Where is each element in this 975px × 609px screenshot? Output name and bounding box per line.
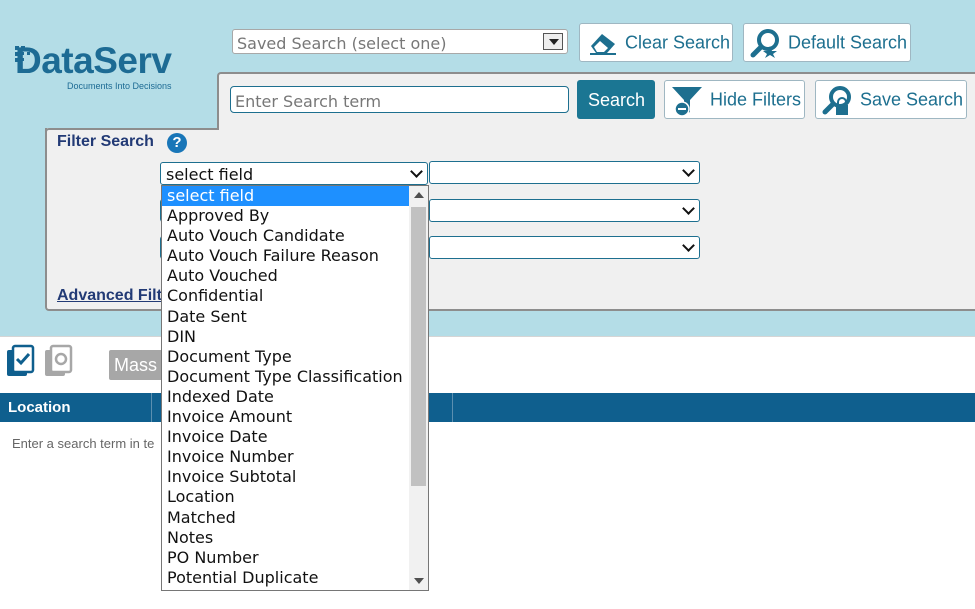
field-option[interactable]: Confidential (162, 286, 409, 306)
field-option[interactable]: Invoice Subtotal (162, 467, 409, 487)
field-option[interactable]: Approved By (162, 206, 409, 226)
field-option[interactable]: select field (162, 186, 409, 207)
field-options-listbox[interactable]: select field Approved By Auto Vouch Candid… (161, 185, 429, 591)
scrollbar-thumb[interactable] (411, 207, 426, 486)
field-option[interactable]: Auto Vouch Failure Reason (162, 246, 409, 266)
field-option[interactable]: DIN (162, 327, 409, 347)
column-header-location[interactable]: Location (8, 399, 71, 416)
question-circle-icon[interactable]: ? (167, 133, 187, 153)
filter-minus-icon (672, 87, 702, 117)
field-option[interactable]: Potential Duplicate (162, 568, 409, 588)
field-option[interactable]: Date Sent (162, 307, 409, 327)
dataserv-logo: DataServ Documents Into Decisions (15, 42, 205, 92)
filter-search-title: Filter Search (57, 133, 154, 150)
filter-panel-tab (45, 128, 219, 132)
search-button[interactable]: Search (577, 80, 655, 119)
save-search-button[interactable]: Save Search (815, 80, 967, 119)
logo-wordmark: DataServ (15, 40, 172, 81)
search-input-placeholder: Enter Search term (235, 92, 382, 111)
dropdown-arrow-icon[interactable] (543, 33, 563, 50)
filter-value-select-2[interactable] (429, 199, 700, 222)
advanced-filter-link[interactable]: Advanced Filter (57, 287, 177, 305)
field-option[interactable]: Notes (162, 528, 409, 548)
search-button-label: Search (588, 90, 646, 110)
hide-filters-label: Hide Filters (710, 89, 802, 109)
field-option[interactable]: Indexed Date (162, 387, 409, 407)
results-grid-header: Location (0, 393, 975, 422)
search-lock-icon (822, 86, 851, 115)
save-search-label: Save Search (860, 89, 964, 109)
listbox-scrollbar[interactable] (409, 186, 428, 590)
field-select-value: select field (166, 165, 254, 184)
field-option[interactable]: Invoice Amount (162, 407, 409, 427)
column-separator (151, 393, 152, 422)
field-option[interactable]: Matched (162, 508, 409, 528)
field-select[interactable]: select field (160, 162, 428, 185)
chevron-down-icon (682, 239, 695, 252)
chevron-down-icon (410, 165, 423, 178)
results-empty-message: Enter a search term in te (12, 436, 155, 451)
logo-tagline: Documents Into Decisions (67, 81, 172, 91)
field-option[interactable]: PO Number (162, 548, 409, 568)
hide-filters-button[interactable]: Hide Filters (664, 80, 805, 119)
document-view-icon[interactable] (43, 344, 75, 378)
default-search-label: Default Search (788, 32, 908, 52)
saved-search-placeholder: Saved Search (select one) (237, 34, 447, 53)
scroll-down-arrow-icon[interactable] (414, 578, 424, 584)
filter-value-select-1[interactable] (429, 161, 700, 184)
chevron-down-icon (682, 164, 695, 177)
column-separator (452, 393, 453, 422)
field-option[interactable]: Auto Vouched (162, 266, 409, 286)
eraser-icon (590, 34, 616, 55)
field-option[interactable]: Document Type (162, 347, 409, 367)
saved-search-select[interactable]: Saved Search (select one) (232, 29, 568, 54)
default-search-button[interactable]: Default Search (743, 23, 911, 62)
scroll-up-arrow-icon[interactable] (414, 192, 424, 198)
clear-search-label: Clear Search (625, 32, 731, 52)
filter-value-select-3[interactable] (429, 236, 700, 259)
field-option[interactable]: Invoice Number (162, 447, 409, 467)
field-option[interactable]: Invoice Date (162, 427, 409, 447)
field-option[interactable]: Document Type Classification (162, 367, 409, 387)
clear-search-button[interactable]: Clear Search (579, 23, 733, 62)
search-star-icon (750, 29, 779, 58)
search-input[interactable]: Enter Search term (230, 86, 569, 113)
document-check-icon[interactable] (5, 344, 37, 378)
mass-action-button[interactable]: Mass (109, 350, 169, 380)
toolbar-divider (0, 336, 975, 337)
mass-button-label: Mass (114, 355, 158, 375)
field-option[interactable]: Auto Vouch Candidate (162, 226, 409, 246)
field-options-list: select field Approved By Auto Vouch Candid… (162, 186, 409, 590)
field-option[interactable]: Location (162, 487, 409, 507)
chevron-down-icon (682, 202, 695, 215)
